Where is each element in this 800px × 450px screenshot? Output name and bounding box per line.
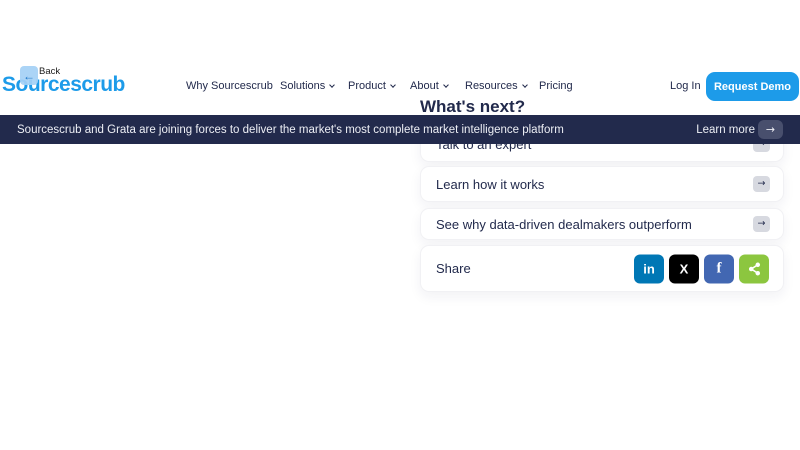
card-label: Learn how it works: [436, 177, 544, 192]
nav-item-label: Pricing: [539, 80, 573, 92]
nav-item-about[interactable]: About: [410, 80, 448, 92]
nav-item-pricing[interactable]: Pricing: [539, 80, 573, 92]
nav-item-resources[interactable]: Resources: [465, 80, 527, 92]
nav-item-label: Resources: [465, 80, 518, 92]
linkedin-share-button[interactable]: in: [634, 254, 664, 283]
share-nodes-icon: [747, 261, 762, 276]
request-demo-button[interactable]: Request Demo: [706, 72, 799, 101]
generic-share-button[interactable]: [739, 254, 769, 283]
chevron-down-icon: [329, 82, 335, 88]
announcement-banner: Sourcescrub and Grata are joining forces…: [0, 115, 800, 144]
whats-next-heading: What's next?: [420, 97, 525, 117]
nav-item-solutions[interactable]: Solutions: [280, 80, 334, 92]
announcement-message: Sourcescrub and Grata are joining forces…: [17, 115, 564, 144]
share-buttons: in X f: [634, 254, 769, 283]
nav-item-label: Solutions: [280, 80, 325, 92]
card-learn-how-it-works[interactable]: Learn how it works →: [420, 166, 784, 202]
share-card: Share in X f: [420, 245, 784, 292]
chevron-down-icon: [522, 82, 528, 88]
arrow-right-icon: →: [758, 218, 766, 229]
arrow-right-button[interactable]: →: [753, 216, 770, 232]
nav-item-label: Product: [348, 80, 386, 92]
learn-more-arrow-button[interactable]: →: [758, 120, 783, 139]
facebook-share-button[interactable]: f: [704, 254, 734, 283]
chevron-down-icon: [390, 82, 396, 88]
share-label: Share: [436, 261, 471, 276]
x-twitter-icon: X: [680, 261, 689, 276]
arrow-right-icon: →: [758, 178, 766, 189]
facebook-icon: f: [717, 260, 722, 277]
arrow-right-icon: →: [766, 123, 775, 136]
back-label: Back: [39, 66, 60, 77]
nav-item-why-sourcescrub[interactable]: Why Sourcescrub: [186, 80, 273, 92]
arrow-left-icon: ←: [23, 69, 35, 83]
login-link[interactable]: Log In: [670, 80, 701, 92]
header: Sourcescrub ← Back Why Sourcescrub Solut…: [0, 0, 800, 115]
learn-more-link[interactable]: Learn more: [696, 115, 755, 144]
back-button[interactable]: ←: [20, 66, 38, 85]
card-label: See why data-driven dealmakers outperfor…: [436, 217, 692, 232]
x-twitter-share-button[interactable]: X: [669, 254, 699, 283]
arrow-right-button[interactable]: →: [753, 176, 770, 192]
nav-item-label: About: [410, 80, 439, 92]
nav-item-label: Why Sourcescrub: [186, 80, 273, 92]
nav-item-product[interactable]: Product: [348, 80, 395, 92]
chevron-down-icon: [443, 82, 449, 88]
card-dealmakers-outperform[interactable]: See why data-driven dealmakers outperfor…: [420, 208, 784, 240]
linkedin-icon: in: [643, 261, 655, 276]
